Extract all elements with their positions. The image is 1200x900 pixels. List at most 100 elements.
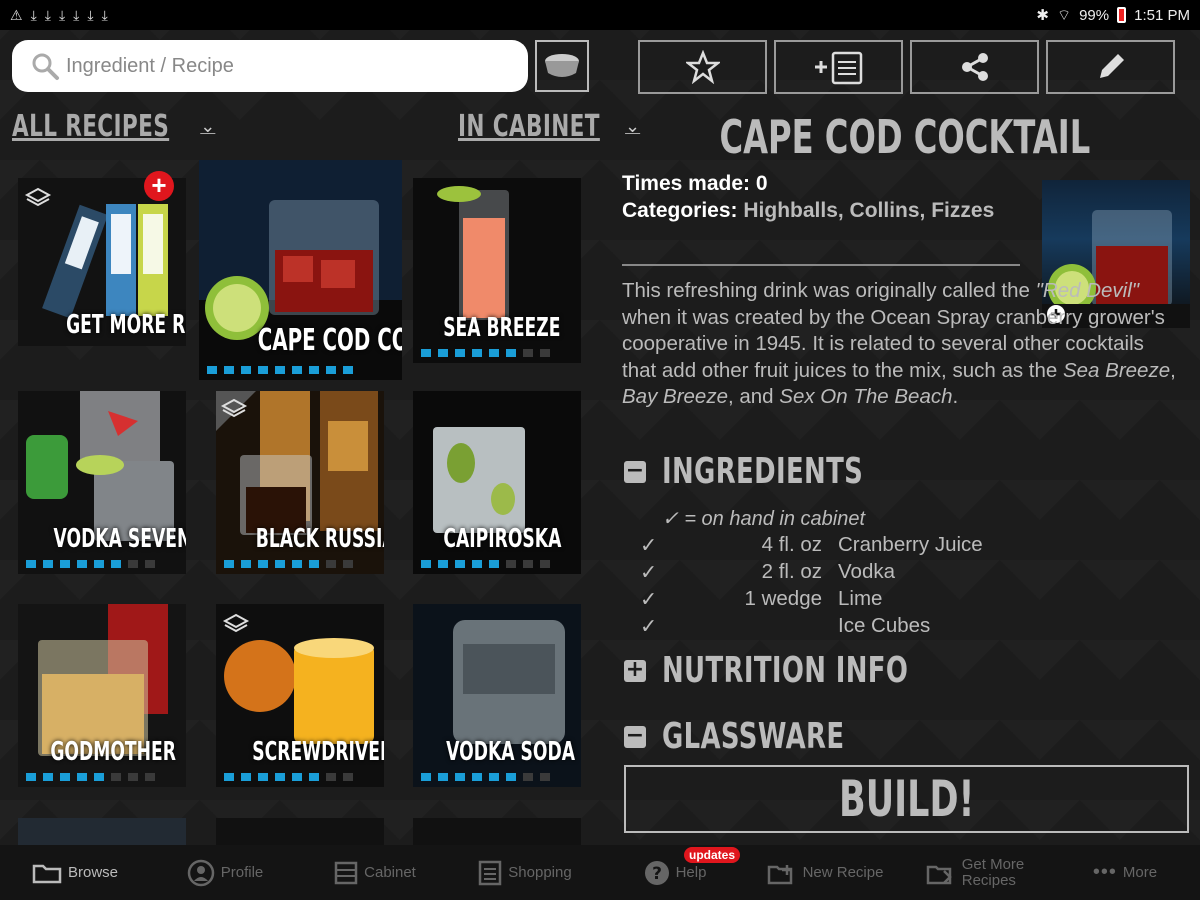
download-icon: ⤓ [73, 6, 80, 23]
tile-label: CAPE COD COCKTAIL [257, 323, 402, 358]
ingredient-row: ✓ Ice Cubes [640, 614, 1040, 640]
cabinet-legend: ✓ = on hand in cabinet [662, 508, 866, 530]
wifi-icon: ⌔ [1056, 6, 1072, 24]
share-icon [961, 53, 988, 81]
recipe-tile-sea-breeze[interactable]: SEA BREEZE [413, 178, 581, 363]
recipe-description: This refreshing drink was originally cal… [622, 279, 1176, 408]
glassware-section-toggle[interactable]: − GLASSWARE [624, 716, 915, 757]
ingredient-amount: 1 wedge [744, 587, 822, 610]
tile-label: GET MORE RECIPES [66, 310, 186, 340]
warning-icon: ⚠ [10, 6, 23, 23]
ingredient-row: ✓ 4 fl. oz Cranberry Juice [640, 533, 1040, 559]
tile-label: BLACK RUSSIAN [255, 524, 384, 554]
search-input[interactable] [66, 54, 486, 78]
expand-icon: + [624, 656, 646, 682]
categories-value[interactable]: Highballs, Collins, Fizzes [743, 199, 994, 222]
ingredient-name[interactable]: Vodka [838, 560, 895, 584]
battery-percent: 99% [1079, 6, 1110, 24]
glass-filter-button[interactable] [535, 40, 589, 92]
recipe-tile-caipiroska[interactable]: CAIPIROSKA [413, 391, 581, 574]
recipe-tile-vodka-soda[interactable]: VODKA SODA [413, 604, 581, 787]
nav-more[interactable]: ••• More [1050, 845, 1200, 900]
recipe-tile-vodka-seven[interactable]: VODKA SEVEN [18, 391, 186, 574]
tile-label: CAIPIROSKA [443, 524, 562, 554]
collapse-icon: − [624, 457, 646, 483]
status-bar: ⚠ ⤓ ⤓ ⤓ ⤓ ⤓ ⤓ ✱ ⌔ 99% 1:51 PM [0, 0, 1200, 30]
tile-label: VODKA SEVEN [53, 524, 186, 554]
ingredient-name[interactable]: Cranberry Juice [838, 533, 983, 557]
add-to-list-button[interactable] [774, 40, 903, 94]
ingredient-dots [224, 560, 376, 568]
svg-text:?: ? [652, 864, 662, 884]
download-icon: ⤓ [101, 6, 108, 23]
build-button[interactable]: BUILD! [624, 765, 1189, 833]
nutrition-section-toggle[interactable]: + NUTRITION INFO [624, 650, 1004, 691]
ingredient-name[interactable]: Lime [838, 587, 882, 611]
more-icon: ••• [1092, 861, 1117, 883]
recipe-meta: Times made: 0 Categories: Highballs, Col… [622, 170, 1022, 224]
add-icon[interactable]: + [144, 171, 174, 201]
check-icon: ✓ [640, 561, 658, 584]
section-title: INGREDIENTS [662, 451, 864, 492]
ingredient-row: ✓ 2 fl. oz Vodka [640, 560, 1040, 586]
ingredient-dots [224, 773, 376, 781]
nav-new-recipe[interactable]: New Recipe [750, 845, 900, 900]
ingredient-row: ✓ 1 wedge Lime [640, 587, 1040, 613]
times-made-label: Times made: [622, 172, 750, 195]
nav-get-more-recipes[interactable]: Get More Recipes [900, 845, 1050, 900]
ingredient-name[interactable]: Ice Cubes [838, 614, 930, 638]
divider [622, 264, 1020, 266]
download-icon: ⤓ [87, 6, 94, 23]
search-bar[interactable] [12, 40, 528, 92]
notification-icons: ⚠ ⤓ ⤓ ⤓ ⤓ ⤓ ⤓ [10, 7, 108, 24]
folder-icon [32, 864, 62, 883]
recipe-tile-godmother[interactable]: GODMOTHER [18, 604, 186, 787]
recipe-tile-partial[interactable] [18, 818, 186, 845]
ingredient-dots [207, 366, 394, 374]
recipe-tile-get-more[interactable]: GET MORE RECIPES [18, 178, 186, 346]
recipe-tile-screwdriver[interactable]: SCREWDRIVER [216, 604, 384, 787]
battery-icon [1117, 7, 1127, 23]
times-made-value: 0 [755, 172, 768, 195]
check-icon: ✓ [640, 588, 658, 611]
favorite-button[interactable] [638, 40, 767, 94]
shopping-list-icon [479, 860, 502, 885]
nav-cabinet[interactable]: Cabinet [300, 845, 450, 900]
ingredient-amount: 2 fl. oz [761, 560, 822, 583]
share-button[interactable] [910, 40, 1039, 94]
nav-profile[interactable]: Profile [150, 845, 300, 900]
layers-icon [222, 613, 250, 633]
layers-icon [220, 398, 248, 418]
categories-label: Categories: [622, 199, 738, 222]
ingredient-amount: 4 fl. oz [761, 533, 822, 556]
ingredients-section-toggle[interactable]: − INGREDIENTS [624, 451, 941, 492]
profile-icon [187, 859, 214, 886]
recipe-tile-black-russian[interactable]: BLACK RUSSIAN [216, 391, 384, 574]
in-cabinet-filter[interactable]: IN CABINET ⌄ [458, 108, 640, 144]
cabinet-icon [334, 861, 358, 884]
download-icon: ⤓ [58, 6, 66, 23]
download-icon: ⤓ [30, 6, 37, 23]
star-icon [685, 50, 720, 84]
recipe-tile-partial[interactable] [216, 818, 384, 845]
recipe-tile-partial[interactable] [413, 818, 581, 845]
section-title: GLASSWARE [662, 716, 845, 757]
recipe-title: CAPE COD COCKTAIL [719, 110, 1091, 164]
recipe-tile-cape-cod[interactable]: CAPE COD COCKTAIL [199, 160, 402, 380]
ingredient-dots [421, 349, 573, 357]
nav-shopping[interactable]: Shopping [450, 845, 600, 900]
check-icon: ✓ [640, 615, 658, 638]
ingredient-dots [26, 773, 178, 781]
ingredient-dots [421, 560, 573, 568]
nav-browse[interactable]: Browse [0, 845, 150, 900]
new-recipe-icon [767, 864, 792, 884]
tile-label: SEA BREEZE [443, 313, 561, 343]
all-recipes-filter[interactable]: ALL RECIPES ⌄ [12, 108, 215, 144]
bottom-nav: Browse Profile Cabinet Shopping ? Help u… [0, 845, 1200, 900]
tile-label: VODKA SODA [446, 737, 576, 767]
tile-label: GODMOTHER [50, 737, 176, 767]
help-icon: ? [644, 860, 669, 885]
nav-help[interactable]: ? Help updates [600, 845, 750, 900]
edit-button[interactable] [1046, 40, 1175, 94]
section-title: NUTRITION INFO [662, 650, 909, 691]
